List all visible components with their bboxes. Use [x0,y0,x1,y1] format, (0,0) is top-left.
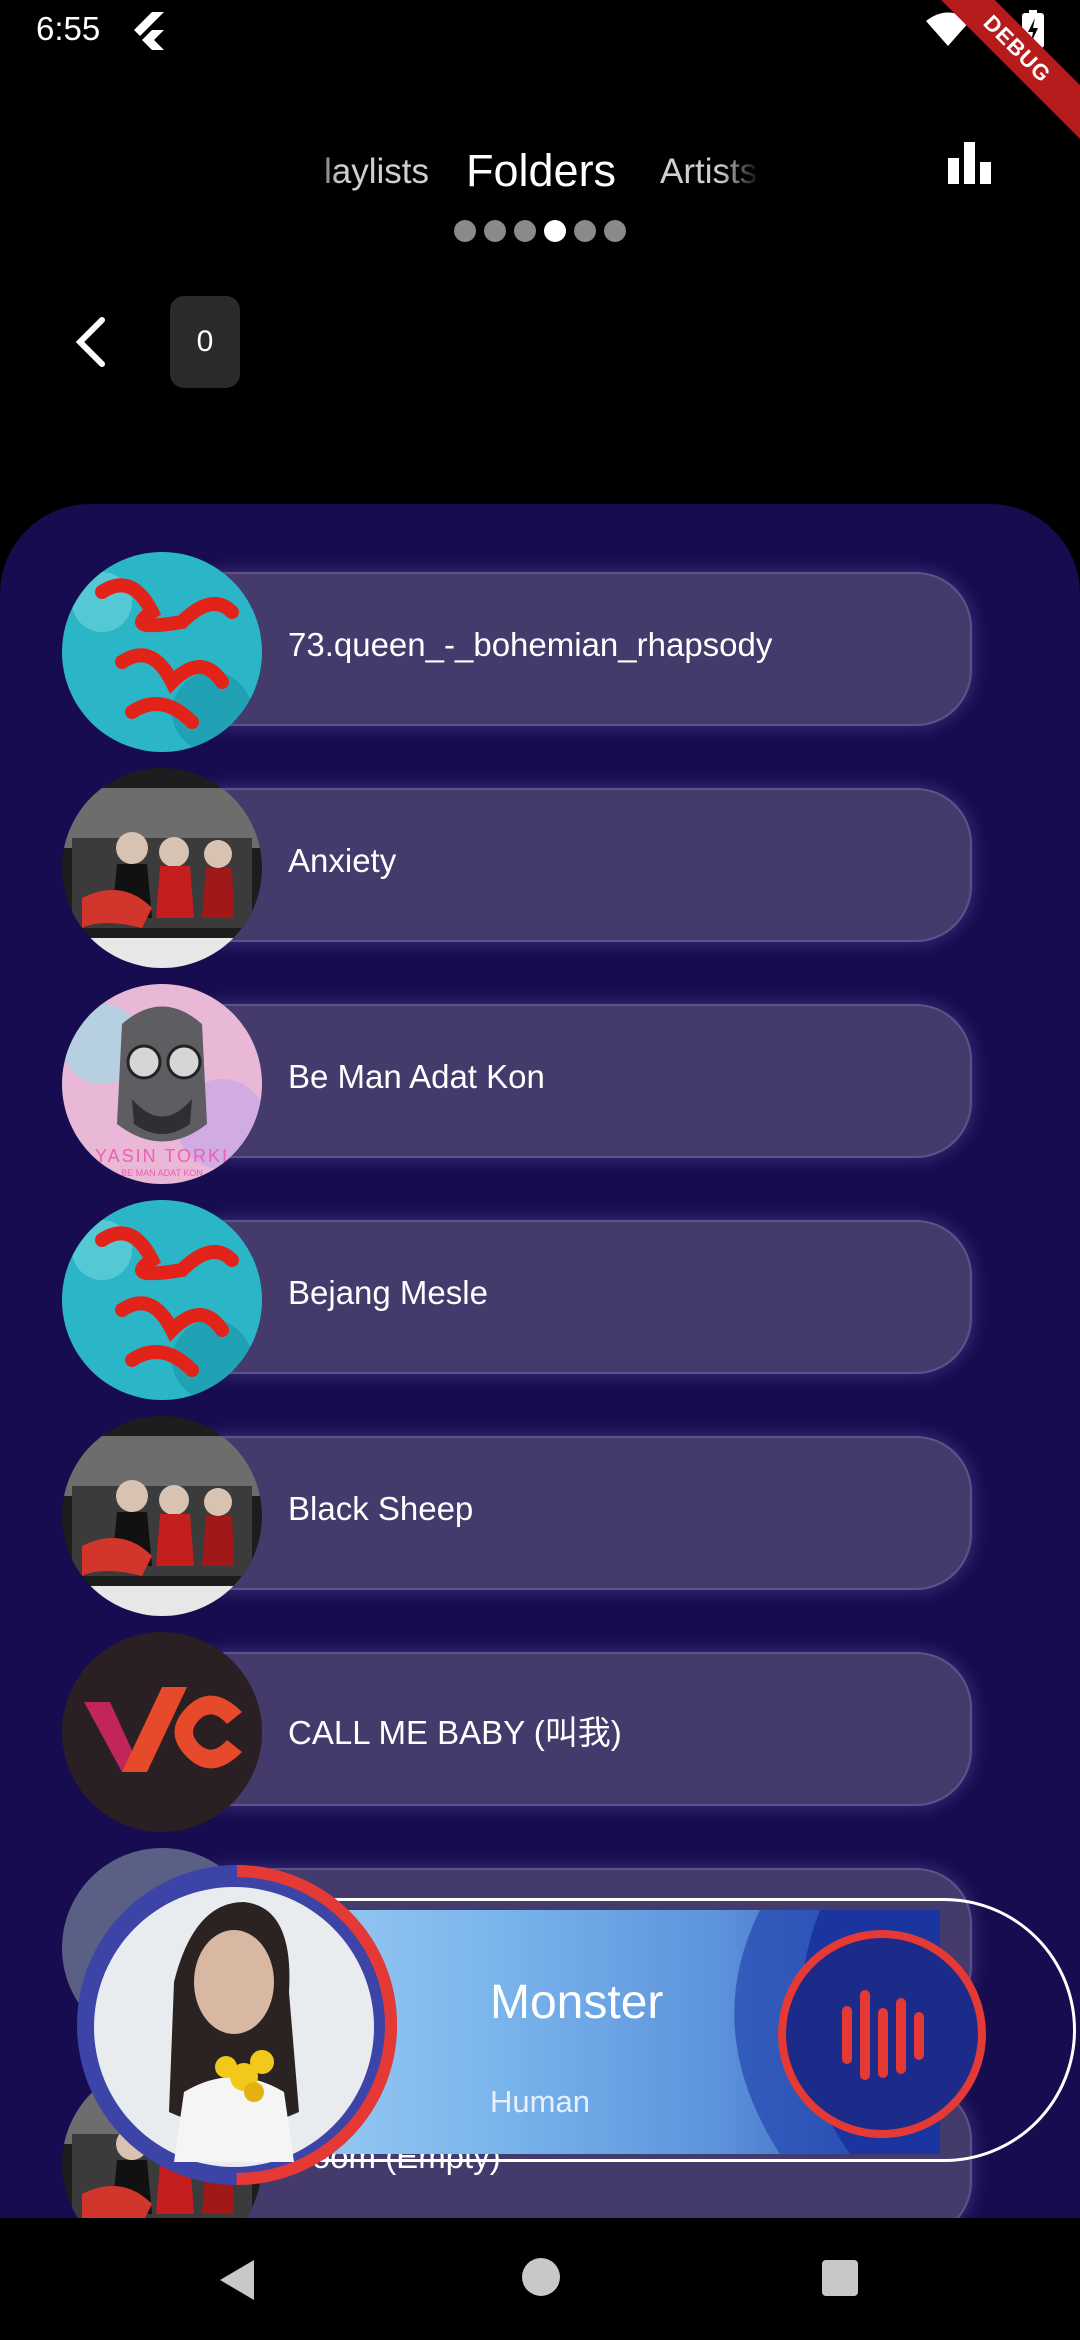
page-dot [454,220,476,242]
svg-text:BE MAN ADAT KON: BE MAN ADAT KON [121,1168,203,1178]
player-album-art[interactable] [74,1862,400,2188]
folder-row[interactable]: 73.queen_-_bohemian_rhapsody [0,550,1080,752]
tab-fade-left [300,140,340,210]
folder-title: Anxiety [288,842,397,879]
page-dot [514,220,536,242]
bejang-mesle-cover [62,552,262,752]
system-nav-bar [0,2218,1080,2340]
nav-recents-icon[interactable] [822,2260,858,2296]
svg-text:YASIN TORKI: YASIN TORKI [95,1146,229,1166]
folder-row[interactable]: Be Man Adat Kon YASIN TORKI BE MAN ADAT KO… [0,982,1080,1184]
folder-title: Be Man Adat Kon [288,1058,545,1095]
audio-wave-icon[interactable] [776,1928,988,2140]
status-time: 6:55 [36,10,101,47]
band-car-cover [62,1416,262,1616]
vc-logo-cover [62,1632,262,1832]
folder-row[interactable]: Anxiety [0,766,1080,968]
band-car-cover [62,768,262,968]
page-dot-active [544,220,566,242]
folder-title: Black Sheep [288,1490,474,1527]
folder-row[interactable]: Black Sheep [0,1414,1080,1616]
page-dot [484,220,506,242]
folder-row[interactable]: Bejang Mesle [0,1198,1080,1400]
count-badge: 0 [170,296,240,388]
back-chevron-icon[interactable] [68,314,120,370]
yasin-torki-cover: YASIN TORKI BE MAN ADAT KON [62,984,262,1184]
page-indicator [454,220,626,242]
page-dot [604,220,626,242]
status-bar: 6:55 DEBUG [0,0,1080,151]
nav-back-icon[interactable] [214,2256,260,2304]
tab-fade-right [720,140,770,210]
player-song-title: Monster [490,1976,664,2029]
tab-folders[interactable]: Folders [466,145,616,197]
player-artist: Human [490,2084,590,2119]
folder-title: 73.queen_-_bohemian_rhapsody [288,626,773,663]
folder-row[interactable]: CALL ME BABY (叫我) [0,1630,1080,1832]
folder-title: Bejang Mesle [288,1274,488,1311]
flutter-icon [134,12,164,50]
equalizer-icon[interactable] [948,142,992,184]
page-dot [574,220,596,242]
bejang-mesle-cover [62,1200,262,1400]
nav-home-icon[interactable] [522,2258,560,2296]
folder-title: CALL ME BABY (叫我) [288,1714,622,1751]
tab-bar: laylists Folders Artists [0,140,1080,210]
